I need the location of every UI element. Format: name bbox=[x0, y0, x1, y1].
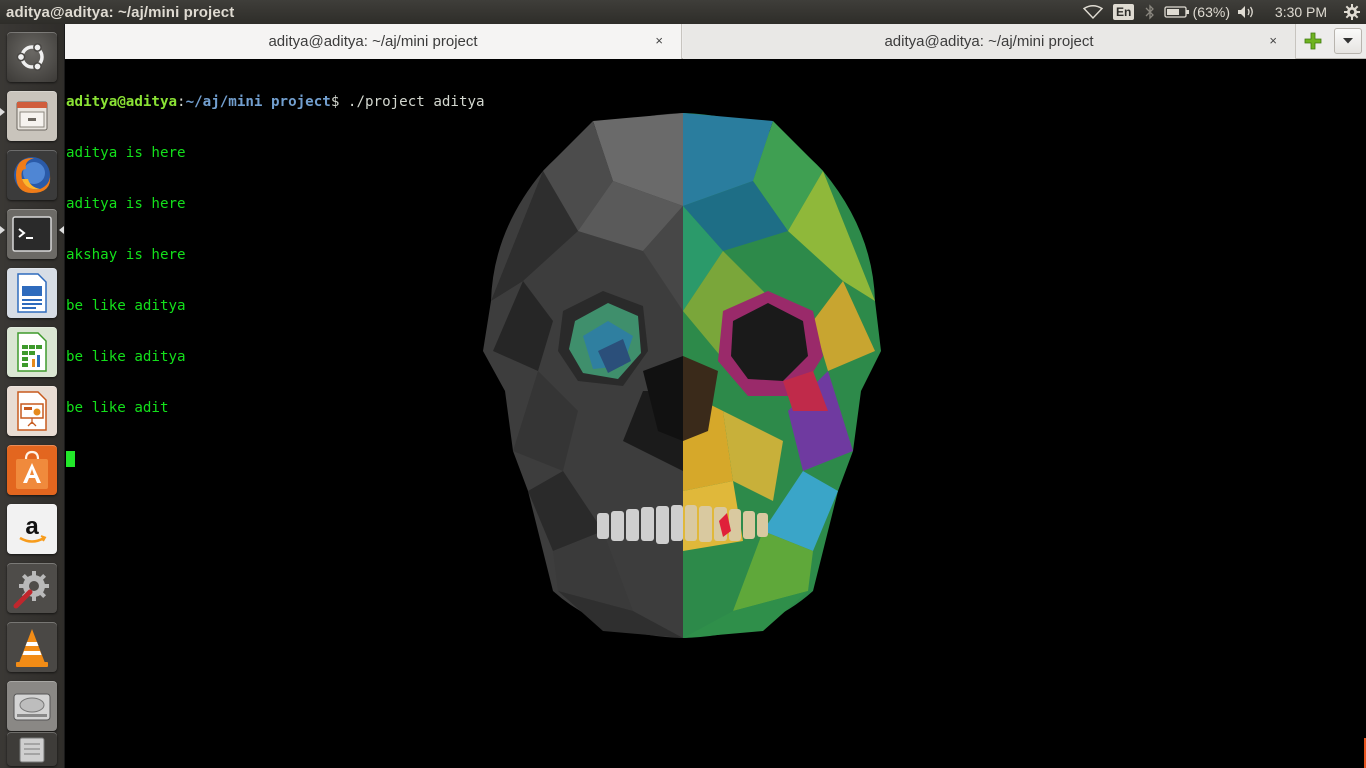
file-cabinet-icon bbox=[16, 101, 48, 131]
disk-icon bbox=[13, 693, 51, 721]
tab-title: aditya@aditya: ~/aj/mini project bbox=[268, 33, 478, 50]
output-line: aditya is here bbox=[66, 145, 186, 161]
launcher-terminal[interactable] bbox=[7, 209, 57, 259]
launcher-files[interactable] bbox=[7, 91, 57, 141]
launcher: a bbox=[0, 24, 65, 768]
prompt-separator: : bbox=[177, 94, 186, 110]
tab-close-icon[interactable]: × bbox=[655, 33, 663, 48]
launcher-dash-home[interactable] bbox=[7, 32, 57, 82]
running-indicator bbox=[0, 226, 5, 234]
output-line: be like aditya bbox=[66, 298, 186, 314]
prompt-user: aditya@aditya bbox=[66, 94, 178, 110]
launcher-amazon[interactable]: a bbox=[7, 504, 57, 554]
new-tab-button[interactable] bbox=[1301, 29, 1325, 53]
terminal-tab[interactable]: aditya@aditya: ~/aj/mini project × bbox=[65, 24, 682, 59]
window-title: aditya@aditya: ~/aj/mini project bbox=[6, 3, 235, 21]
writer-icon bbox=[17, 273, 47, 313]
volume-icon[interactable] bbox=[1230, 0, 1264, 24]
trash-icon bbox=[19, 737, 45, 763]
focused-indicator bbox=[59, 226, 64, 234]
launcher-vlc[interactable] bbox=[7, 622, 57, 672]
plus-icon bbox=[1304, 32, 1322, 50]
vlc-icon bbox=[16, 629, 48, 667]
text-cursor bbox=[66, 451, 75, 467]
battery-icon bbox=[1163, 6, 1189, 18]
software-center-icon bbox=[16, 450, 48, 489]
launcher-firefox[interactable] bbox=[7, 150, 57, 200]
chevron-down-icon bbox=[1343, 38, 1353, 44]
battery-percent: (63%) bbox=[1192, 4, 1230, 20]
prompt-symbol: $ bbox=[330, 94, 348, 110]
terminal-icon bbox=[12, 216, 52, 252]
launcher-system-settings[interactable] bbox=[7, 563, 57, 613]
tab-title: aditya@aditya: ~/aj/mini project bbox=[884, 33, 1094, 50]
launcher-trash[interactable] bbox=[7, 732, 57, 766]
gear-icon[interactable] bbox=[1338, 0, 1366, 24]
firefox-icon bbox=[14, 157, 51, 193]
tab-list-menu-button[interactable] bbox=[1334, 28, 1362, 54]
launcher-software-center[interactable] bbox=[7, 445, 57, 495]
settings-icon bbox=[13, 571, 49, 609]
terminal-tab-bar: aditya@aditya: ~/aj/mini project × adity… bbox=[65, 24, 1366, 59]
skull-wallpaper-image bbox=[483, 113, 881, 638]
bluetooth-icon[interactable] bbox=[1138, 0, 1162, 24]
launcher-calc[interactable] bbox=[7, 327, 57, 377]
output-line: akshay is here bbox=[66, 247, 186, 263]
command-text: ./project aditya bbox=[347, 94, 485, 110]
clock[interactable]: 3:30 PM bbox=[1264, 0, 1338, 24]
keyboard-layout-label: En bbox=[1112, 4, 1135, 20]
launcher-impress[interactable] bbox=[7, 386, 57, 436]
impress-icon bbox=[17, 391, 47, 431]
running-indicator bbox=[0, 108, 5, 116]
output-line: be like adit bbox=[66, 400, 169, 416]
output-line: be like aditya bbox=[66, 349, 186, 365]
indicator-area: En (63%) 3:30 PM bbox=[1076, 0, 1366, 24]
amazon-icon: a bbox=[19, 513, 47, 543]
terminal-view[interactable]: aditya@aditya:~/aj/mini project$ ./proje… bbox=[65, 59, 1366, 768]
battery-indicator[interactable]: (63%) bbox=[1162, 0, 1230, 24]
terminal-tab[interactable]: aditya@aditya: ~/aj/mini project × bbox=[683, 24, 1296, 59]
launcher-writer[interactable] bbox=[7, 268, 57, 318]
terminal-output: aditya@aditya:~/aj/mini project$ ./proje… bbox=[66, 60, 485, 502]
tab-close-icon[interactable]: × bbox=[1269, 33, 1277, 48]
ubuntu-logo-icon bbox=[16, 43, 44, 71]
top-panel: aditya@aditya: ~/aj/mini project En (63%… bbox=[0, 0, 1366, 24]
cursor-line bbox=[66, 451, 485, 468]
keyboard-layout-indicator[interactable]: En bbox=[1110, 0, 1138, 24]
prompt-line: aditya@aditya:~/aj/mini project$ ./proje… bbox=[66, 94, 485, 111]
wifi-icon[interactable] bbox=[1076, 0, 1110, 24]
launcher-disk[interactable] bbox=[7, 681, 57, 731]
output-line: aditya is here bbox=[66, 196, 186, 212]
prompt-path: ~/aj/mini project bbox=[185, 94, 331, 110]
calc-icon bbox=[17, 332, 47, 372]
svg-text:a: a bbox=[25, 513, 39, 540]
